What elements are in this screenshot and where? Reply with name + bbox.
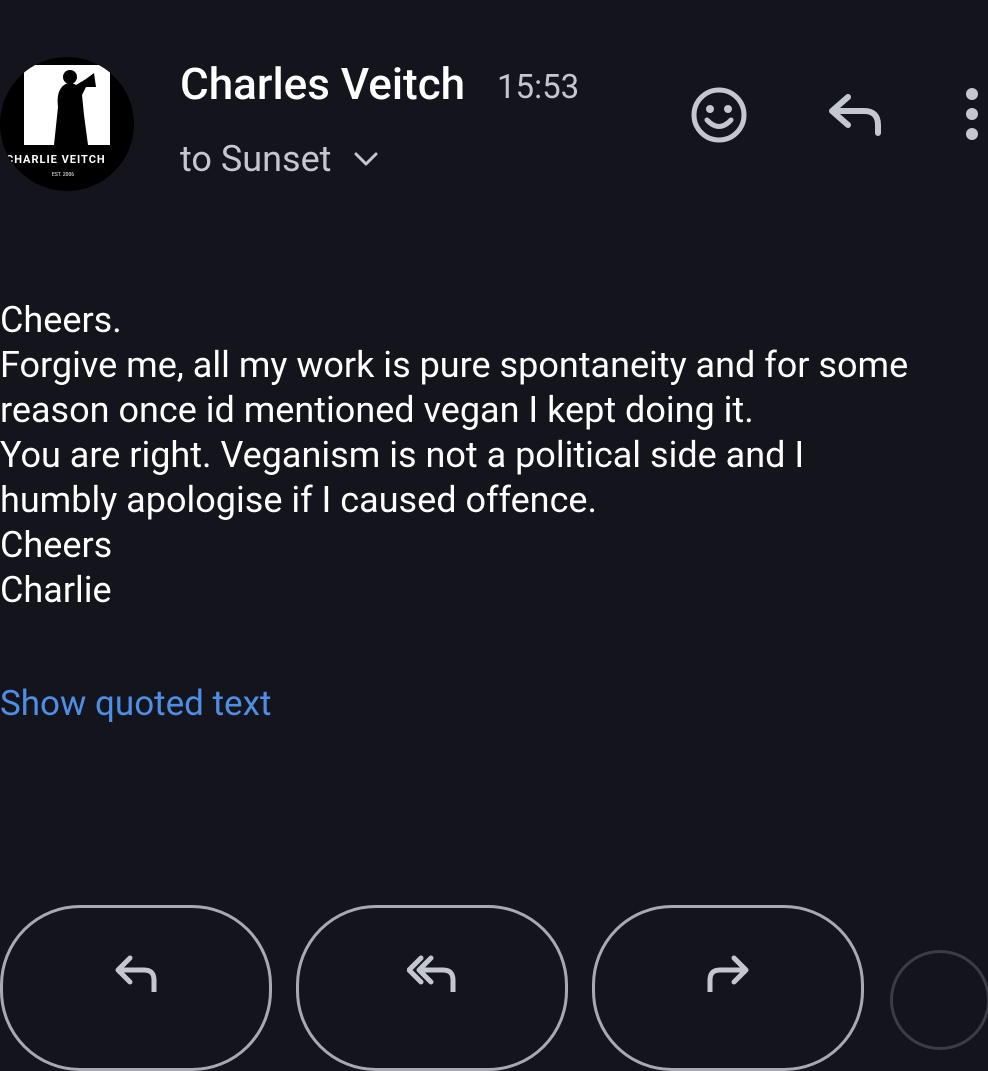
avatar-est-text: EST. 2006 bbox=[52, 172, 75, 178]
forward-icon bbox=[707, 955, 749, 992]
reply-all-icon bbox=[407, 955, 456, 992]
more-options-button[interactable] bbox=[956, 86, 988, 142]
reply-icon bbox=[115, 955, 157, 992]
reply-icon bbox=[829, 94, 881, 136]
more-vertical-icon bbox=[966, 88, 978, 140]
emoji-react-button[interactable] bbox=[688, 84, 750, 146]
smiley-icon bbox=[691, 87, 747, 143]
body-line: Cheers bbox=[0, 524, 113, 566]
forward-bottom-button[interactable] bbox=[592, 905, 864, 1071]
reply-bottom-button[interactable] bbox=[0, 905, 272, 1071]
recipient-label: to Sunset bbox=[180, 138, 332, 180]
show-quoted-text-link[interactable]: Show quoted text bbox=[0, 682, 271, 726]
avatar-photo bbox=[24, 65, 110, 145]
body-line: Cheers. bbox=[0, 299, 122, 341]
emoji-bottom-button[interactable] bbox=[890, 950, 988, 1050]
avatar-brand-text: CHARLIE VEITCH bbox=[6, 153, 106, 166]
message-time: 15:53 bbox=[497, 68, 580, 107]
sender-name: Charles Veitch bbox=[180, 58, 466, 110]
reply-button[interactable] bbox=[824, 88, 884, 140]
message-body: Cheers. Forgive me, all my work is pure … bbox=[0, 298, 985, 613]
recipient-details-toggle[interactable]: to Sunset bbox=[180, 138, 379, 180]
chevron-down-icon bbox=[353, 151, 379, 167]
body-line: humbly apologise if I caused offence. bbox=[0, 479, 597, 521]
body-line: You are right. Veganism is not a politic… bbox=[0, 434, 805, 476]
sender-avatar[interactable]: CHARLIE VEITCH EST. 2006 bbox=[0, 57, 134, 191]
reply-all-bottom-button[interactable] bbox=[296, 905, 568, 1071]
body-line: Charlie bbox=[0, 569, 112, 611]
body-line: Forgive me, all my work is pure spontane… bbox=[0, 344, 909, 386]
body-line: reason once id mentioned vegan I kept do… bbox=[0, 389, 754, 431]
